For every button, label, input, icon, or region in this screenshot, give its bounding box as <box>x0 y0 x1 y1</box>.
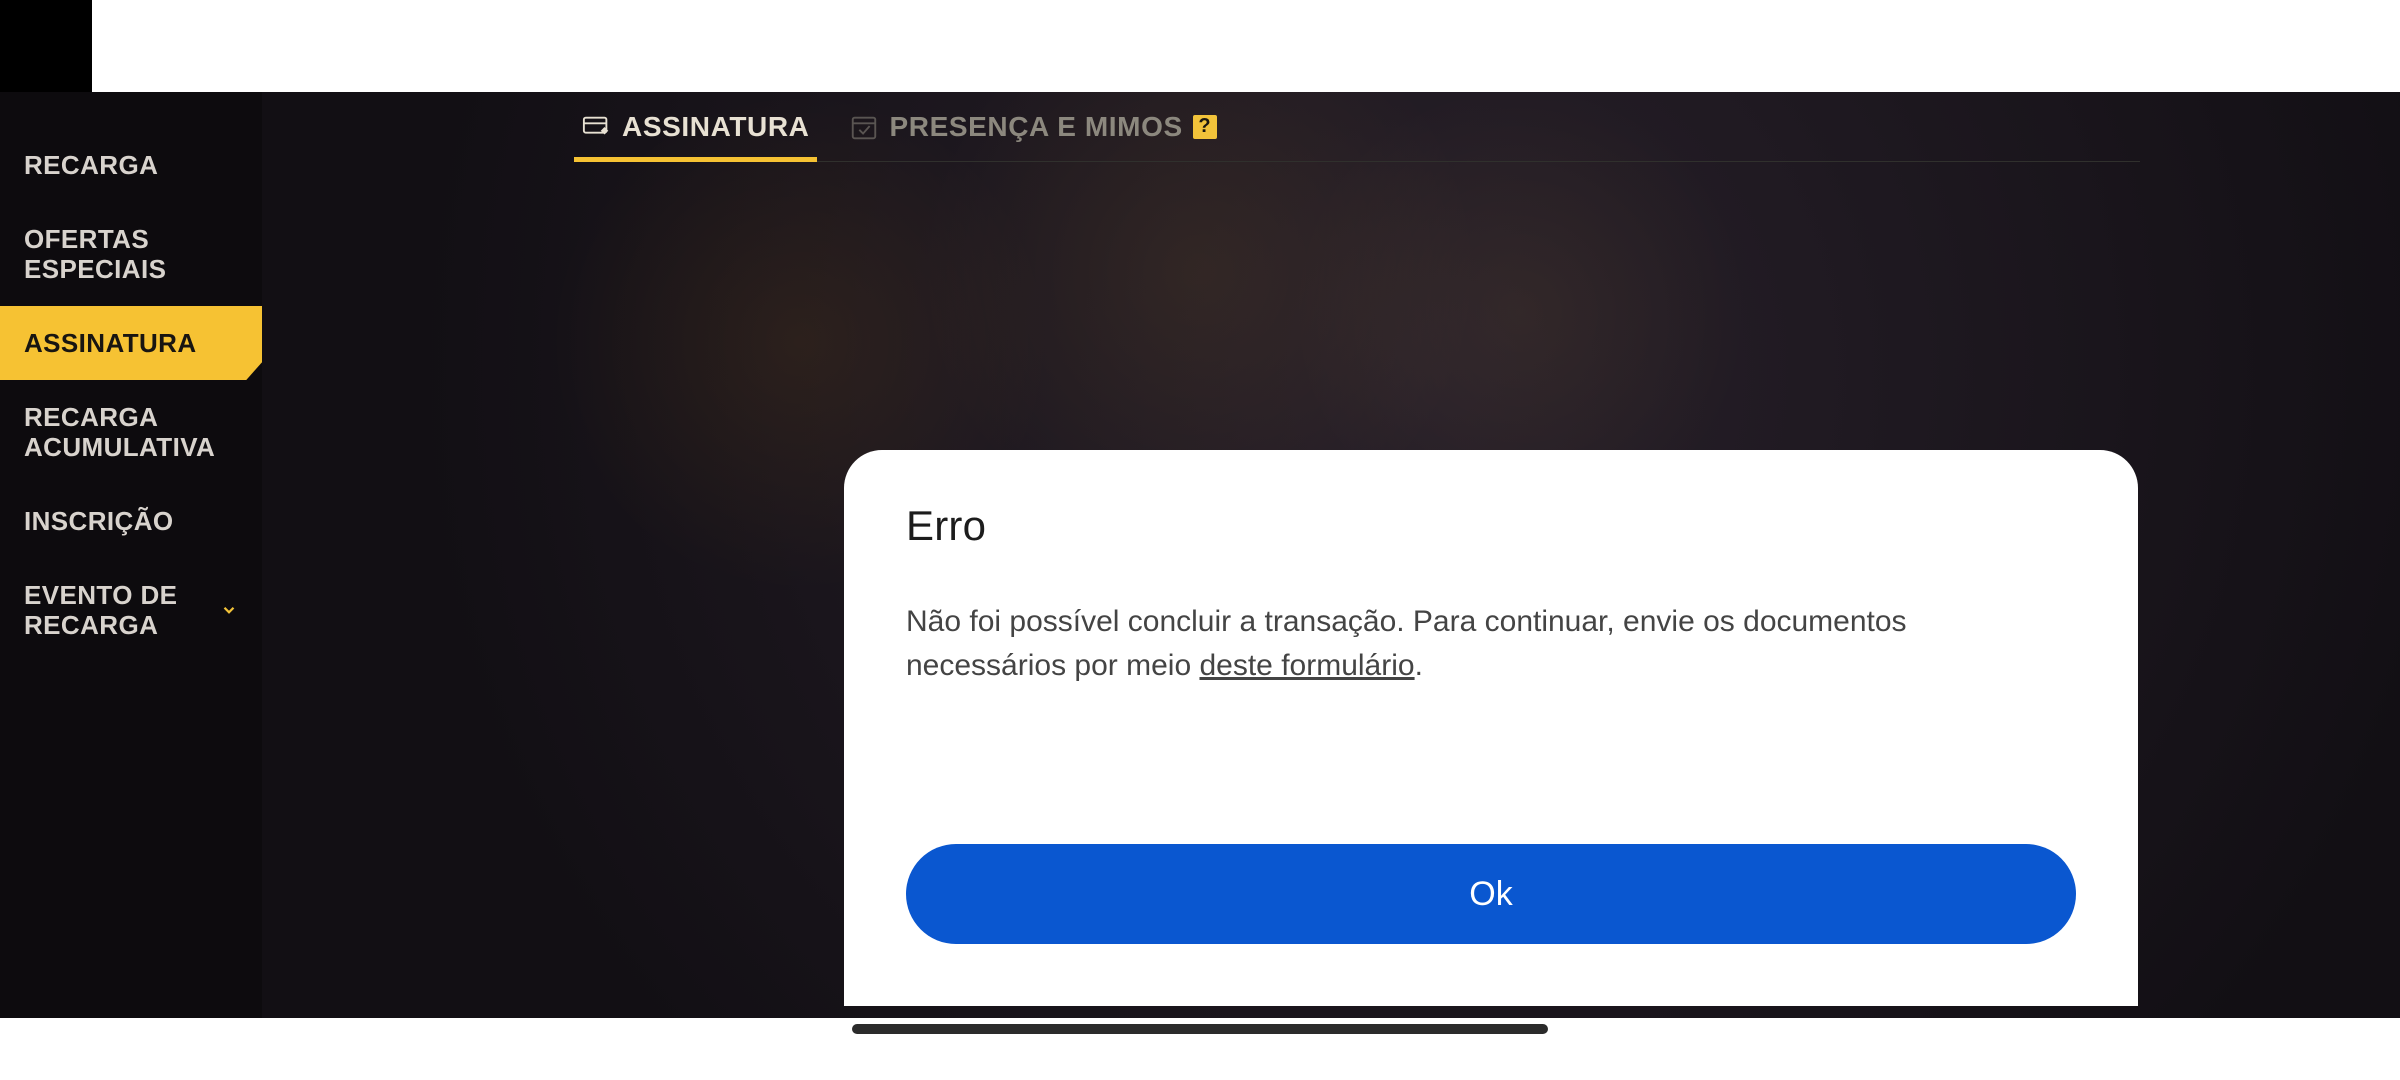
home-indicator <box>852 1024 1548 1034</box>
help-icon[interactable]: ? <box>1193 115 1217 139</box>
sidebar-item-label: RECARGA <box>24 150 158 180</box>
sidebar-item-label: EVENTO DERECARGA <box>24 580 177 640</box>
tab-label: ASSINATURA <box>622 111 809 143</box>
tab-presenca-e-mimos[interactable]: PRESENÇA E MIMOS ? <box>849 92 1216 161</box>
dialog-title: Erro <box>906 502 2076 550</box>
sidebar-item-label: OFERTASESPECIAIS <box>24 224 166 284</box>
content-tabs: ASSINATURA PRESENÇA E MIMOS ? <box>582 92 2140 162</box>
tab-assinatura[interactable]: ASSINATURA <box>582 92 809 161</box>
sidebar-item-recarga-acumulativa[interactable]: RECARGAACUMULATIVA <box>0 380 262 484</box>
sidebar-item-ofertas-especiais[interactable]: OFERTASESPECIAIS <box>0 202 262 306</box>
dialog-message-post: . <box>1415 649 1423 682</box>
content-area: ASSINATURA PRESENÇA E MIMOS ? Erro Não f… <box>262 92 2400 1018</box>
sidebar-item-recarga[interactable]: RECARGA <box>0 128 262 202</box>
notch-corner <box>0 0 92 92</box>
error-dialog: Erro Não foi possível concluir a transaç… <box>844 450 2138 1006</box>
dialog-message: Não foi possível concluir a transação. P… <box>906 600 1986 688</box>
sidebar-item-evento-de-recarga[interactable]: EVENTO DERECARGA <box>0 558 262 662</box>
sidebar-item-label: RECARGAACUMULATIVA <box>24 402 215 462</box>
tab-label: PRESENÇA E MIMOS <box>889 111 1182 143</box>
sidebar-item-label: INSCRIÇÃO <box>24 506 174 536</box>
card-diamond-icon <box>582 112 612 142</box>
game-screen: RECARGA OFERTASESPECIAIS ASSINATURA RECA… <box>0 92 2400 1018</box>
sidebar-item-label: ASSINATURA <box>24 328 197 358</box>
ok-button[interactable]: Ok <box>906 844 2076 944</box>
sidebar-item-assinatura[interactable]: ASSINATURA <box>0 306 262 380</box>
chevron-down-icon <box>220 601 238 619</box>
calendar-check-icon <box>849 112 879 142</box>
form-link[interactable]: deste formulário <box>1199 649 1414 682</box>
status-bar <box>0 0 2400 92</box>
bottom-bar <box>0 1018 2400 1080</box>
sidebar-item-inscricao[interactable]: INSCRIÇÃO <box>0 484 262 558</box>
sidebar: RECARGA OFERTASESPECIAIS ASSINATURA RECA… <box>0 92 262 1018</box>
